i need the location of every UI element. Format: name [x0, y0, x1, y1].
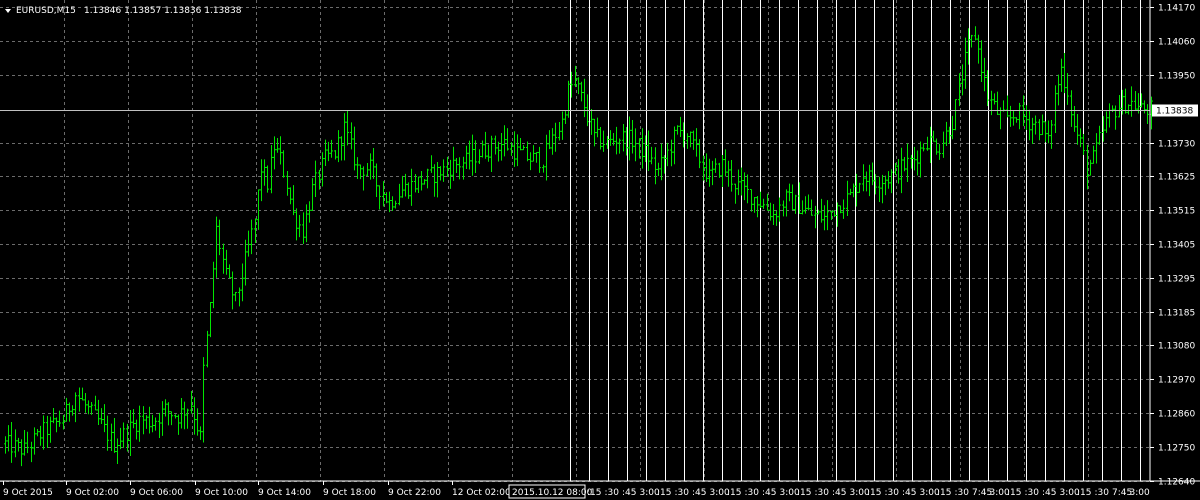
x-tick-label-crowded: :30 — [1095, 488, 1110, 498]
x-tick-label-crowded: :30 — [815, 488, 830, 498]
x-tick-label-crowded: :15 — [937, 488, 951, 498]
y-tick-label: 1.12970 — [1158, 376, 1195, 386]
current-price-label: 1.13838 — [1156, 107, 1193, 117]
x-tick-label-crowded: 3:00 — [1130, 488, 1150, 498]
y-tick-label: 1.12860 — [1158, 410, 1195, 420]
x-tick-label: 9 Oct 10:00 — [195, 488, 248, 498]
time-highlight-label: 2015.10.12 08:00 — [512, 488, 593, 498]
x-tick-label-crowded: :15 — [587, 488, 601, 498]
y-tick-label: 1.13185 — [1158, 309, 1195, 319]
y-tick-label: 1.14060 — [1158, 38, 1195, 48]
x-tick-label: 9 Oct 18:00 — [323, 488, 376, 498]
x-tick-label-crowded: :45 — [902, 488, 916, 498]
x-tick-label-crowded: :15 — [1007, 488, 1021, 498]
x-tick-label-crowded: :30 — [745, 488, 760, 498]
x-tick-label-crowded: :15 — [727, 488, 741, 498]
x-tick-label: 9 Oct 22:00 — [388, 488, 441, 498]
x-tick-label-crowded: :45 — [762, 488, 776, 498]
x-tick-label-crowded: :30 — [675, 488, 690, 498]
y-tick-label: 1.13950 — [1158, 72, 1195, 82]
x-tick-label-crowded: :30 — [605, 488, 620, 498]
x-tick-label: 12 Oct 02:00 — [452, 488, 511, 498]
y-tick-label: 1.14170 — [1158, 4, 1195, 14]
chart-header: EURUSD,M15 1.13846 1.13857 1.13836 1.138… — [5, 6, 242, 16]
y-tick-label: 1.12640 — [1158, 478, 1195, 488]
x-tick-label-crowded: :45 — [832, 488, 846, 498]
x-tick-label: 9 Oct 14:00 — [258, 488, 311, 498]
x-tick-label-crowded: :15 — [797, 488, 811, 498]
x-tick-label-crowded: :15 — [1077, 488, 1091, 498]
y-tick-label: 1.12750 — [1158, 444, 1195, 454]
x-tick-label-crowded: :15 — [657, 488, 671, 498]
y-tick-label: 1.13080 — [1158, 342, 1195, 352]
y-tick-label: 1.13625 — [1158, 173, 1195, 183]
ohlc-values: 1.13846 1.13857 1.13836 1.13838 — [84, 6, 242, 16]
y-tick-label: 1.13405 — [1158, 241, 1195, 251]
x-tick-label: 9 Oct 06:00 — [130, 488, 183, 498]
x-tick-label: 9 Oct 2015 — [3, 488, 53, 498]
symbol-timeframe: EURUSD,M15 — [16, 6, 76, 16]
x-tick-label-crowded: :45 — [1042, 488, 1056, 498]
x-tick-label-crowded: :30 — [885, 488, 900, 498]
x-tick-label-crowded: :30 — [955, 488, 970, 498]
y-tick-label: 1.13730 — [1158, 140, 1195, 150]
x-tick-label-crowded: :45 — [692, 488, 706, 498]
y-tick-label: 1.13515 — [1158, 207, 1195, 217]
x-tick-label: 9 Oct 02:00 — [66, 488, 119, 498]
price-chart[interactable]: 1.14170 1.14060 1.13950 1.13838 1.13730 1.136… — [0, 0, 1200, 500]
x-tick-label-crowded: :30 — [1025, 488, 1040, 498]
x-tick-label-crowded: :45 — [622, 488, 636, 498]
x-tick-label-crowded: :15 — [867, 488, 881, 498]
y-tick-label: 1.13295 — [1158, 275, 1195, 285]
